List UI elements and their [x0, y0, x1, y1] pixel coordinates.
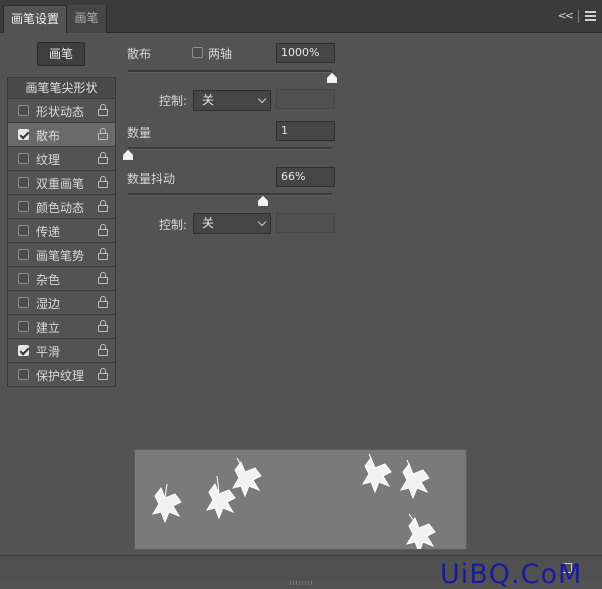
both-axes-checkbox[interactable]: [192, 47, 203, 58]
sidebar-item[interactable]: 杂色: [7, 267, 116, 291]
sidebar-item-checkbox[interactable]: [18, 273, 29, 284]
sidebar-item-checkbox[interactable]: [18, 201, 29, 212]
sidebar-item[interactable]: 平滑: [7, 339, 116, 363]
scatter-slider-thumb[interactable]: [327, 73, 337, 83]
tab-brush[interactable]: 画笔: [67, 5, 107, 33]
lock-icon[interactable]: [98, 344, 108, 356]
sidebar-item-label: 平滑: [36, 345, 61, 359]
lock-icon[interactable]: [98, 272, 108, 284]
sidebar-item-checkbox[interactable]: [18, 321, 29, 332]
sidebar-item[interactable]: 画笔笔势: [7, 243, 116, 267]
count-jitter-value-input[interactable]: 66%: [276, 167, 335, 187]
watermark: UiBQ.CoM: [440, 559, 583, 589]
sidebar-item-label: 建立: [36, 321, 61, 335]
scatter-slider-track[interactable]: [128, 70, 332, 73]
sidebar-item-checkbox[interactable]: [18, 129, 29, 140]
lock-icon[interactable]: [98, 200, 108, 212]
sidebar-item-label: 杂色: [36, 273, 61, 287]
lock-icon[interactable]: [98, 128, 108, 140]
sidebar-item-checkbox[interactable]: [18, 153, 29, 164]
sidebar-item-label: 散布: [36, 129, 61, 143]
both-axes-label: 两轴: [208, 47, 233, 61]
sidebar-item-label: 颜色动态: [36, 201, 85, 215]
sidebar-item-label: 画笔笔势: [36, 249, 85, 263]
lock-icon[interactable]: [98, 224, 108, 236]
header-divider: [578, 10, 579, 23]
sidebar-item[interactable]: 形状动态: [7, 99, 116, 123]
scatter-value-input[interactable]: 1000%: [276, 43, 335, 63]
scatter-control-select[interactable]: 关: [193, 90, 271, 111]
brush-settings-sidebar: 画笔笔尖形状 形状动态散布纹理双重画笔颜色动态传递画笔笔势杂色湿边建立平滑保护纹…: [7, 77, 116, 387]
count-label: 数量: [127, 126, 152, 140]
sidebar-item[interactable]: 散布: [7, 123, 116, 147]
sidebar-item-label: 传递: [36, 225, 61, 239]
count-jitter-control-value: 关: [202, 216, 215, 230]
count-jitter-control-label: 控制:: [159, 218, 188, 232]
count-jitter-control-select[interactable]: 关: [193, 213, 271, 234]
chevron-down-icon: [257, 94, 267, 104]
sidebar-item[interactable]: 双重画笔: [7, 171, 116, 195]
lock-icon[interactable]: [98, 320, 108, 332]
sidebar-item[interactable]: 传递: [7, 219, 116, 243]
sidebar-item-checkbox[interactable]: [18, 345, 29, 356]
scatter-control-fade-input: [276, 89, 335, 109]
lock-icon[interactable]: [98, 104, 108, 116]
count-slider-track[interactable]: [128, 147, 332, 150]
sidebar-item-checkbox[interactable]: [18, 369, 29, 380]
count-jitter-slider-thumb[interactable]: [257, 196, 268, 206]
sidebar-item-label: 纹理: [36, 153, 61, 167]
sidebar-item-checkbox[interactable]: [18, 177, 29, 188]
sidebar-item-label: 形状动态: [36, 105, 85, 119]
sidebar-item[interactable]: 保护纹理: [7, 363, 116, 387]
tab-brush-settings[interactable]: 画笔设置: [3, 5, 67, 33]
sidebar-item-label: 湿边: [36, 297, 61, 311]
lock-icon[interactable]: [98, 296, 108, 308]
sidebar-item-checkbox[interactable]: [18, 297, 29, 308]
sidebar-item[interactable]: 湿边: [7, 291, 116, 315]
hamburger-menu-icon[interactable]: [585, 11, 596, 21]
lock-icon[interactable]: [98, 176, 108, 188]
lock-icon[interactable]: [98, 152, 108, 164]
sidebar-item[interactable]: 颜色动态: [7, 195, 116, 219]
count-value-input[interactable]: 1: [276, 121, 335, 141]
sidebar-item-brush-tip-shape[interactable]: 画笔笔尖形状: [7, 77, 116, 99]
count-jitter-control-fade-input: [276, 213, 335, 233]
sidebar-item-checkbox[interactable]: [18, 225, 29, 236]
sidebar-item-checkbox[interactable]: [18, 105, 29, 116]
scatter-control-value: 关: [202, 93, 215, 107]
collapse-panel-icon[interactable]: <<: [558, 9, 575, 22]
brush-stroke-preview-image: [151, 453, 436, 549]
scatter-label: 散布: [127, 47, 152, 61]
sidebar-item-label: 保护纹理: [36, 369, 85, 383]
brush-stroke-preview: [134, 449, 467, 550]
panel-tab-bar: 画笔设置 画笔 <<: [0, 0, 602, 33]
lock-icon[interactable]: [98, 368, 108, 380]
count-jitter-label: 数量抖动: [127, 172, 176, 186]
brushes-button[interactable]: 画笔: [37, 42, 85, 66]
sidebar-item-label: 双重画笔: [36, 177, 85, 191]
count-jitter-slider-track[interactable]: [128, 193, 332, 196]
sidebar-item[interactable]: 建立: [7, 315, 116, 339]
sidebar-item[interactable]: 纹理: [7, 147, 116, 171]
lock-icon[interactable]: [98, 248, 108, 260]
count-slider-thumb[interactable]: [123, 150, 133, 160]
scatter-control-label: 控制:: [159, 94, 188, 108]
resize-grip[interactable]: [290, 581, 312, 585]
sidebar-item-checkbox[interactable]: [18, 249, 29, 260]
chevron-down-icon: [257, 217, 267, 227]
